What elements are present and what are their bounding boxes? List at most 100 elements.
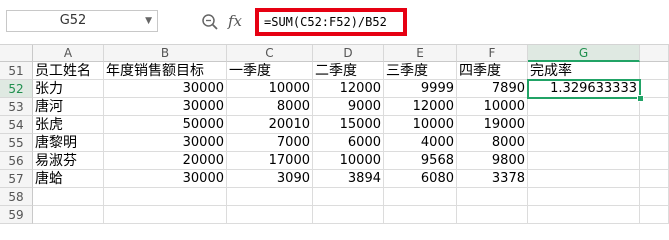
row-header-52[interactable]: 52 bbox=[0, 80, 33, 98]
cell-filler-52 bbox=[640, 80, 669, 98]
cell-b57[interactable]: 30000 bbox=[104, 170, 227, 188]
cell-filler-55 bbox=[640, 134, 669, 152]
cell-f55[interactable]: 8000 bbox=[457, 134, 528, 152]
column-header-c[interactable]: C bbox=[227, 45, 313, 62]
cell-filler-51 bbox=[640, 62, 669, 80]
cell-a53[interactable]: 唐河 bbox=[33, 98, 104, 116]
cell-e51[interactable]: 三季度 bbox=[384, 62, 457, 80]
cell-e52[interactable]: 9999 bbox=[384, 80, 457, 98]
row-header-57[interactable]: 57 bbox=[0, 170, 33, 188]
cell-g52[interactable]: 1.329633333 bbox=[528, 80, 640, 98]
cell-b52[interactable]: 30000 bbox=[104, 80, 227, 98]
magnifier-icon[interactable] bbox=[201, 13, 219, 31]
cell-filler-53 bbox=[640, 98, 669, 116]
row-header-54[interactable]: 54 bbox=[0, 116, 33, 134]
cell-c53[interactable]: 8000 bbox=[227, 98, 313, 116]
spreadsheet-grid: A B C D E F G 51 员工姓名 年度销售额目标 一季度 二季度 三季度 四季度 完成率 52 张力 3… bbox=[0, 45, 669, 224]
cell-a57[interactable]: 唐蛤 bbox=[33, 170, 104, 188]
cell-g53[interactable] bbox=[528, 98, 640, 116]
cell-e54[interactable]: 10000 bbox=[384, 116, 457, 134]
cell-g51[interactable]: 完成率 bbox=[528, 62, 640, 80]
cell-g55[interactable] bbox=[528, 134, 640, 152]
cell-b54[interactable]: 50000 bbox=[104, 116, 227, 134]
cell-c51[interactable]: 一季度 bbox=[227, 62, 313, 80]
cell-e57[interactable]: 6080 bbox=[384, 170, 457, 188]
cell-d59[interactable] bbox=[313, 206, 384, 224]
cell-c58[interactable] bbox=[227, 188, 313, 206]
cell-g59[interactable] bbox=[528, 206, 640, 224]
cell-a54[interactable]: 张虎 bbox=[33, 116, 104, 134]
cell-d58[interactable] bbox=[313, 188, 384, 206]
cell-c59[interactable] bbox=[227, 206, 313, 224]
cell-c52[interactable]: 10000 bbox=[227, 80, 313, 98]
name-box[interactable]: G52 ▼ bbox=[6, 10, 158, 32]
cell-g54[interactable] bbox=[528, 116, 640, 134]
cell-d57[interactable]: 3894 bbox=[313, 170, 384, 188]
cell-b51[interactable]: 年度销售额目标 bbox=[104, 62, 227, 80]
cell-c55[interactable]: 7000 bbox=[227, 134, 313, 152]
cell-c57[interactable]: 3090 bbox=[227, 170, 313, 188]
cell-b58[interactable] bbox=[104, 188, 227, 206]
cell-f58[interactable] bbox=[457, 188, 528, 206]
cell-b53[interactable]: 30000 bbox=[104, 98, 227, 116]
column-header-f[interactable]: F bbox=[457, 45, 528, 62]
cell-c56[interactable]: 17000 bbox=[227, 152, 313, 170]
cell-f53[interactable]: 10000 bbox=[457, 98, 528, 116]
cell-f52[interactable]: 7890 bbox=[457, 80, 528, 98]
select-all-corner[interactable] bbox=[0, 45, 33, 62]
cell-b56[interactable]: 20000 bbox=[104, 152, 227, 170]
cell-d56[interactable]: 10000 bbox=[313, 152, 384, 170]
cell-d52[interactable]: 12000 bbox=[313, 80, 384, 98]
cell-c54[interactable]: 20010 bbox=[227, 116, 313, 134]
cell-d55[interactable]: 6000 bbox=[313, 134, 384, 152]
cell-a59[interactable] bbox=[33, 206, 104, 224]
cell-reference[interactable]: G52 bbox=[7, 11, 139, 31]
cell-e58[interactable] bbox=[384, 188, 457, 206]
cell-g57[interactable] bbox=[528, 170, 640, 188]
cell-e53[interactable]: 12000 bbox=[384, 98, 457, 116]
cell-filler-59 bbox=[640, 206, 669, 224]
fx-icon[interactable]: fx bbox=[228, 10, 242, 32]
column-header-e[interactable]: E bbox=[384, 45, 457, 62]
cell-filler-57 bbox=[640, 170, 669, 188]
cell-e59[interactable] bbox=[384, 206, 457, 224]
cell-filler-54 bbox=[640, 116, 669, 134]
cell-e55[interactable]: 4000 bbox=[384, 134, 457, 152]
cell-f59[interactable] bbox=[457, 206, 528, 224]
column-header-b[interactable]: B bbox=[104, 45, 227, 62]
cell-a56[interactable]: 易淑芬 bbox=[33, 152, 104, 170]
chevron-down-icon[interactable]: ▼ bbox=[145, 11, 152, 31]
cell-a52[interactable]: 张力 bbox=[33, 80, 104, 98]
cell-filler-58 bbox=[640, 188, 669, 206]
cell-d54[interactable]: 15000 bbox=[313, 116, 384, 134]
cell-g56[interactable] bbox=[528, 152, 640, 170]
cell-a55[interactable]: 唐黎明 bbox=[33, 134, 104, 152]
row-header-51[interactable]: 51 bbox=[0, 62, 33, 80]
row-header-56[interactable]: 56 bbox=[0, 152, 33, 170]
row-header-58[interactable]: 58 bbox=[0, 188, 33, 206]
fill-handle[interactable] bbox=[637, 95, 644, 102]
cell-d51[interactable]: 二季度 bbox=[313, 62, 384, 80]
formula-bar: G52 ▼ fx =SUM(C52:F52)/B52 bbox=[0, 0, 669, 45]
column-header-filler bbox=[640, 45, 669, 62]
column-header-a[interactable]: A bbox=[33, 45, 104, 62]
row-header-59[interactable]: 59 bbox=[0, 206, 33, 224]
cell-e56[interactable]: 9568 bbox=[384, 152, 457, 170]
cell-filler-56 bbox=[640, 152, 669, 170]
cell-g58[interactable] bbox=[528, 188, 640, 206]
formula-text[interactable]: =SUM(C52:F52)/B52 bbox=[264, 12, 387, 32]
cell-f56[interactable]: 9800 bbox=[457, 152, 528, 170]
formula-input[interactable]: =SUM(C52:F52)/B52 bbox=[255, 8, 407, 36]
cell-f57[interactable]: 3378 bbox=[457, 170, 528, 188]
row-header-55[interactable]: 55 bbox=[0, 134, 33, 152]
cell-a51[interactable]: 员工姓名 bbox=[33, 62, 104, 80]
column-header-d[interactable]: D bbox=[313, 45, 384, 62]
cell-f51[interactable]: 四季度 bbox=[457, 62, 528, 80]
cell-f54[interactable]: 19000 bbox=[457, 116, 528, 134]
column-header-g[interactable]: G bbox=[528, 45, 640, 62]
row-header-53[interactable]: 53 bbox=[0, 98, 33, 116]
cell-b55[interactable]: 30000 bbox=[104, 134, 227, 152]
cell-d53[interactable]: 9000 bbox=[313, 98, 384, 116]
cell-a58[interactable] bbox=[33, 188, 104, 206]
cell-b59[interactable] bbox=[104, 206, 227, 224]
